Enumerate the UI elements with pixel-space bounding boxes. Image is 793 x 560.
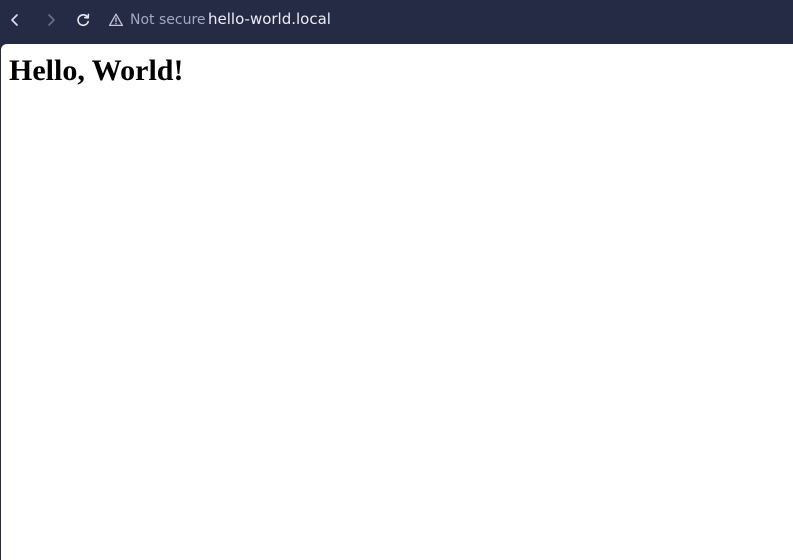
page-viewport: Hello, World!	[1, 44, 793, 560]
forward-button[interactable]	[37, 6, 65, 34]
back-button[interactable]	[1, 6, 29, 34]
browser-toolbar: Not secure hello-world.local	[0, 0, 793, 40]
warning-triangle-icon	[108, 13, 124, 27]
chevron-left-icon	[11, 14, 18, 26]
address-bar-url[interactable]: hello-world.local	[208, 9, 331, 31]
reload-icon	[77, 13, 90, 26]
security-label: Not secure	[130, 12, 206, 28]
reload-button[interactable]	[69, 6, 97, 34]
chevron-right-icon	[48, 14, 55, 26]
security-indicator[interactable]: Not secure	[108, 9, 206, 31]
page-heading: Hello, World!	[9, 54, 184, 87]
